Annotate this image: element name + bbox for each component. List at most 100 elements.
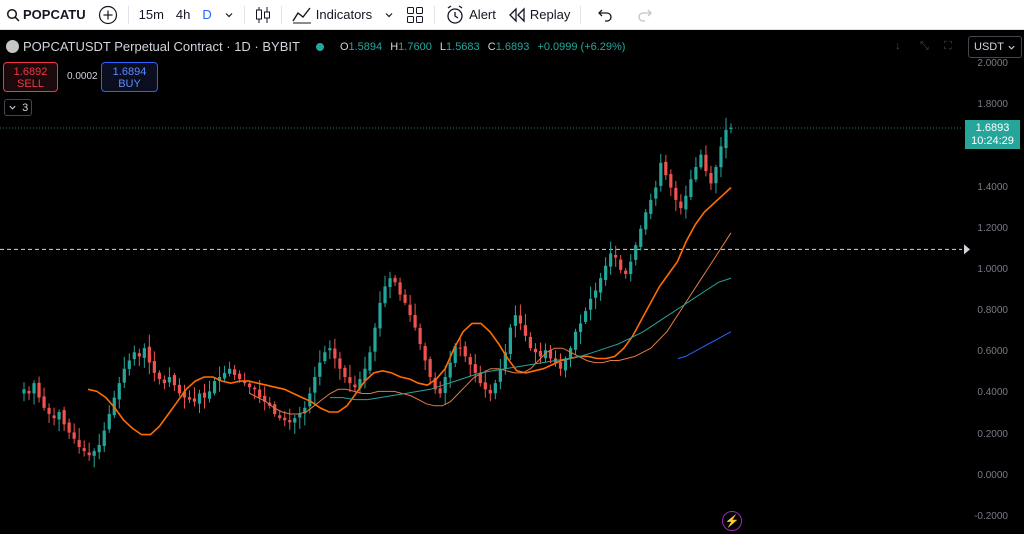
candle-body — [644, 212, 648, 230]
candle-body — [428, 359, 432, 377]
indicator-templates-dropdown[interactable] — [378, 0, 400, 30]
candle-body — [348, 377, 352, 384]
sell-button[interactable]: 1.6892 SELL — [3, 62, 58, 92]
currency-selector[interactable]: USDT — [968, 36, 1022, 58]
toolbar-divider — [243, 5, 245, 24]
candle-body — [318, 362, 322, 377]
candle-body — [729, 127, 733, 129]
timeframe-4h[interactable]: 4h — [170, 7, 196, 22]
candle-body — [283, 417, 287, 421]
candle-body — [87, 452, 91, 456]
candle-body — [293, 418, 297, 423]
candle-body — [604, 265, 608, 280]
replay-icon — [508, 6, 525, 23]
candle-body — [458, 347, 462, 349]
candle-body — [634, 245, 638, 260]
candle-body — [207, 391, 212, 399]
price-tick-label: 1.8000 — [977, 99, 1008, 111]
redo-icon — [638, 9, 653, 22]
candle-body — [122, 368, 126, 383]
indicator-count: 3 — [22, 101, 29, 114]
symbol-search[interactable]: POPCATU — [0, 0, 92, 30]
symbol-name: POPCATU — [23, 7, 86, 22]
candle-body — [152, 361, 156, 373]
timeframe-15m[interactable]: 15m — [133, 7, 170, 22]
price-tick-label: 1.4000 — [977, 181, 1008, 193]
candle-body — [609, 253, 613, 267]
flash-icon[interactable]: ⚡ — [722, 511, 742, 531]
candle-body — [212, 381, 217, 394]
maximize-icon[interactable]: ⛶ — [944, 40, 952, 53]
candle-body — [664, 161, 668, 176]
alert-icon — [447, 4, 463, 24]
candle-body — [694, 166, 698, 180]
alert-button[interactable]: Alert — [439, 0, 502, 30]
candle-body — [468, 357, 472, 365]
candle-body — [97, 444, 101, 453]
candle-body — [328, 348, 332, 351]
candle-body — [333, 348, 337, 359]
candle-body — [388, 278, 392, 288]
chart-type-button[interactable] — [249, 0, 277, 30]
market-status-icon — [315, 42, 324, 51]
ema-long-line — [677, 331, 732, 359]
candle-body — [659, 162, 663, 186]
arrow-down-icon[interactable]: ↓ — [895, 40, 901, 52]
collapse-icon[interactable]: ⤡ — [920, 40, 929, 53]
candle-body — [528, 336, 533, 349]
candle-body — [47, 407, 51, 415]
low-value: 1.5683 — [446, 40, 480, 53]
price-chart[interactable] — [0, 31, 1024, 534]
indicators-button[interactable]: Indicators — [286, 0, 378, 30]
candle-body — [674, 187, 678, 200]
candle-body — [523, 325, 528, 336]
candle-body — [172, 375, 177, 386]
candle-body — [288, 420, 292, 423]
candle-body — [619, 259, 623, 270]
candle-body — [493, 383, 497, 394]
buy-button[interactable]: 1.6894 BUY — [101, 62, 158, 92]
candle-body — [533, 348, 538, 353]
candle-body — [538, 350, 543, 357]
candle-body — [177, 384, 182, 394]
candle-body — [513, 315, 517, 326]
candle-body — [403, 294, 407, 303]
candle-body — [157, 372, 161, 380]
layouts-button[interactable] — [400, 0, 430, 30]
candle-body — [368, 352, 372, 371]
horizontal-line-handle — [964, 244, 970, 255]
candle-body — [67, 422, 71, 433]
chart-pane[interactable] — [0, 31, 1024, 534]
timeframe-dropdown[interactable] — [218, 0, 240, 30]
search-icon — [6, 8, 20, 22]
bar-countdown: 10:24:29 — [971, 135, 1014, 147]
close-key: C — [487, 40, 496, 53]
undo-button[interactable] — [585, 0, 625, 30]
candle-body — [473, 364, 477, 373]
candle-body — [594, 290, 598, 298]
candle-body — [704, 154, 708, 172]
candle-body — [393, 277, 397, 283]
candle-body — [463, 346, 467, 357]
toolbar-divider — [580, 5, 582, 24]
compare-symbol-button[interactable] — [92, 0, 124, 30]
candle-body — [92, 451, 96, 456]
plus-icon — [98, 5, 117, 24]
buy-price: 1.6894 — [112, 66, 147, 78]
candles-icon — [255, 6, 270, 23]
replay-button[interactable]: Replay — [502, 0, 576, 30]
legend-symbol-title[interactable]: POPCATUSDT Perpetual Contract · 1D · BYB… — [23, 39, 300, 54]
candle-body — [398, 282, 402, 295]
price-tick-label: 2.0000 — [977, 58, 1008, 69]
toolbar-divider — [280, 5, 282, 24]
candle-body — [232, 369, 237, 375]
candle-body — [42, 396, 46, 408]
redo-button[interactable] — [625, 0, 665, 30]
candle-body — [599, 278, 603, 293]
timeframe-d[interactable]: D — [196, 7, 217, 22]
candle-body — [142, 348, 146, 358]
indicators-toggle[interactable]: 3 — [4, 99, 32, 116]
price-tick-label: 0.6000 — [977, 346, 1008, 358]
undo-icon — [598, 9, 612, 22]
candle-body — [508, 327, 512, 354]
